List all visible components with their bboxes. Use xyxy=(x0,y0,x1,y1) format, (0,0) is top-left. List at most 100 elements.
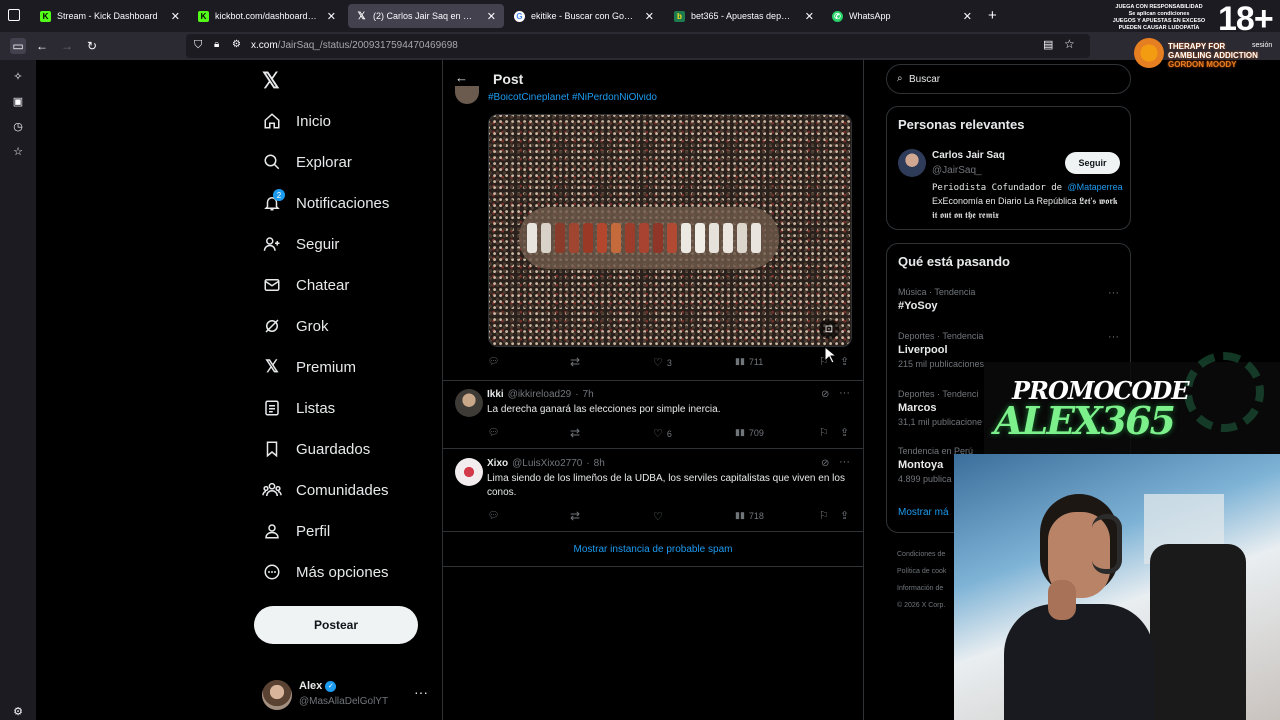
session-label: sesión xyxy=(1252,42,1273,49)
search-input[interactable]: ⌕ Buscar xyxy=(886,64,1131,94)
share-icon[interactable]: ⇪ xyxy=(840,509,849,522)
sidebar-item-listas[interactable]: Listas xyxy=(262,393,335,423)
back-icon[interactable]: ← xyxy=(34,38,50,54)
post-button[interactable]: Postear xyxy=(254,606,418,644)
footer-link[interactable]: Condiciones de xyxy=(897,546,946,563)
close-icon[interactable]: ✕ xyxy=(487,10,496,23)
trend-item[interactable]: Música · Tendencia #YoSoy ··· xyxy=(898,287,1123,321)
reply-icon[interactable]: 💬︎ xyxy=(488,356,499,367)
more-icon[interactable]: ··· xyxy=(414,684,428,700)
back-arrow-icon[interactable]: ← xyxy=(455,70,468,85)
reply-icon[interactable]: 💬︎ xyxy=(488,427,499,438)
tab-kickbot[interactable]: K kickbot.com/dashboard/tts/cor ✕ xyxy=(190,4,344,28)
show-more-link[interactable]: Mostrar má xyxy=(898,507,949,518)
more-icon[interactable]: ··· xyxy=(839,387,850,399)
x-logo-icon[interactable]: 𝕏 xyxy=(262,68,280,94)
sidebar-item-mas-opciones[interactable]: Más opciones xyxy=(262,557,389,587)
close-icon[interactable]: ✕ xyxy=(645,10,654,23)
synced-tabs-icon[interactable]: ▣ xyxy=(11,94,25,108)
avatar[interactable] xyxy=(455,389,483,417)
more-icon[interactable]: ··· xyxy=(839,456,850,468)
grok-icon[interactable]: ⊘ xyxy=(821,458,829,469)
reply-time: 8h xyxy=(593,458,605,469)
sidebar-toggle-icon[interactable]: ▭ xyxy=(10,38,26,54)
sidebar-item-seguir[interactable]: Seguir xyxy=(262,229,339,259)
more-icon[interactable]: ··· xyxy=(1108,331,1119,343)
like-button[interactable]: ♡ 3 xyxy=(653,356,672,369)
grok-icon[interactable]: ⊘ xyxy=(821,389,829,400)
person-name[interactable]: Carlos Jair Saq xyxy=(932,150,1005,161)
sidebar-item-explorar[interactable]: Explorar xyxy=(262,147,352,177)
tab-whatsapp[interactable]: ✆ WhatsApp ✕ xyxy=(824,4,980,28)
sidebar-item-comunidades[interactable]: Comunidades xyxy=(262,475,389,505)
ai-sparkle-icon[interactable]: ✧ xyxy=(11,69,25,83)
sidebar-item-guardados[interactable]: Guardados xyxy=(262,434,370,464)
footer-link[interactable]: Política de cook xyxy=(897,563,946,580)
lock-icon[interactable]: 🔒︎ xyxy=(214,39,219,50)
bio-mention-link[interactable]: @Mataperrea xyxy=(1067,182,1122,192)
hashtags[interactable]: #BoicotCineplanet #NiPerdonNiOlvido xyxy=(488,93,848,103)
follow-button[interactable]: Seguir xyxy=(1065,152,1120,174)
reply-author-handle[interactable]: @ikkireload29 xyxy=(508,389,572,400)
views-button[interactable]: ▮▮ 718 xyxy=(735,510,764,521)
close-icon[interactable]: ✕ xyxy=(171,10,180,23)
close-icon[interactable]: ✕ xyxy=(805,10,814,23)
sidebar-item-perfil[interactable]: Perfil xyxy=(262,516,330,546)
shield-icon[interactable]: ⛉ xyxy=(194,39,202,52)
relevant-people-panel: Personas relevantes Carlos Jair Saq @Jai… xyxy=(886,106,1131,230)
reply-icon[interactable]: 💬︎ xyxy=(488,510,499,521)
bookmark-icon[interactable]: ⚐ xyxy=(819,509,829,522)
settings-icon[interactable]: ⚙ xyxy=(11,704,25,718)
reply-author-name[interactable]: Ikki xyxy=(487,389,504,400)
views-button[interactable]: ▮▮ 711 xyxy=(735,356,763,367)
reply-item[interactable]: Ikki @ikkireload29 · 7h ⊘ ··· La derecha… xyxy=(443,381,863,449)
avatar[interactable] xyxy=(455,458,483,486)
webcam-overlay xyxy=(954,454,1280,720)
reload-icon[interactable]: ↻ xyxy=(84,38,100,54)
like-button[interactable]: ♡ xyxy=(653,510,663,523)
person-handle[interactable]: @JairSaq_ xyxy=(932,165,982,176)
share-icon[interactable]: ⇪ xyxy=(840,426,849,439)
star-icon[interactable]: ☆ xyxy=(1064,37,1075,51)
reply-text: La derecha ganará las elecciones por sim… xyxy=(487,404,721,415)
share-icon[interactable]: ⇪ xyxy=(840,355,849,368)
footer-link[interactable]: Información de xyxy=(897,580,946,597)
permissions-icon[interactable]: ⚙ xyxy=(232,39,241,50)
tab-google-search[interactable]: G ekitike - Buscar con Google ✕ xyxy=(506,4,662,28)
tab-bet365[interactable]: b bet365 - Apuestas deportivas e ✕ xyxy=(666,4,822,28)
promo-code-overlay: PROMOCODE ALEX365 xyxy=(984,352,1280,454)
post-image[interactable]: ⊡ xyxy=(488,114,852,347)
tab-list-icon[interactable] xyxy=(8,9,20,21)
sidebar-item-premium[interactable]: 𝕏 Premium xyxy=(262,352,356,382)
repost-icon[interactable]: ⇄ xyxy=(570,509,580,523)
sidebar-item-chatear[interactable]: Chatear xyxy=(262,270,349,300)
history-icon[interactable]: ◷ xyxy=(11,119,25,133)
show-spam-button[interactable]: Mostrar instancia de probable spam xyxy=(443,533,863,567)
reply-author-handle[interactable]: @LuisXixo2770 xyxy=(512,458,582,469)
close-icon[interactable]: ✕ xyxy=(963,10,972,23)
more-icon[interactable]: ··· xyxy=(1108,287,1119,299)
avatar[interactable] xyxy=(898,149,926,177)
image-edit-icon[interactable]: ⊡ xyxy=(819,319,839,339)
like-button[interactable]: ♡ 6 xyxy=(653,427,672,440)
bookmark-icon[interactable]: ⚐ xyxy=(819,426,829,439)
tab-x-post[interactable]: 𝕏 (2) Carlos Jair Saq en X: "limeño ✕ xyxy=(348,4,504,28)
account-switcher[interactable]: Alex ✓ @MasAllaDelGolYT ··· xyxy=(262,678,432,712)
forward-icon[interactable]: → xyxy=(59,38,75,54)
repost-icon[interactable]: ⇄ xyxy=(570,355,580,369)
reply-author-name[interactable]: Xixo xyxy=(487,458,508,469)
close-icon[interactable]: ✕ xyxy=(327,10,336,23)
search-icon xyxy=(262,152,282,172)
bookmarks-icon[interactable]: ☆ xyxy=(11,144,25,158)
new-tab-button[interactable]: + xyxy=(988,7,997,24)
sidebar-item-notificaciones[interactable]: 2 Notificaciones xyxy=(262,188,389,218)
person-bio: Periodista Cofundador de @Mataperrea ExE… xyxy=(932,181,1124,223)
repost-icon[interactable]: ⇄ xyxy=(570,426,580,440)
reader-view-icon[interactable]: ▤ xyxy=(1043,38,1053,51)
sidebar-item-grok[interactable]: Grok xyxy=(262,311,329,341)
tab-kick-dashboard[interactable]: K Stream - Kick Dashboard ✕ xyxy=(32,4,188,28)
sidebar-item-inicio[interactable]: Inicio xyxy=(262,106,331,136)
views-button[interactable]: ▮▮ 709 xyxy=(735,427,764,438)
url-bar[interactable]: ⛉ 🔒︎ ⚙ x.com/JairSaq_/status/20093175944… xyxy=(186,34,1090,58)
reply-item[interactable]: Xixo @LuisXixo2770 · 8h ⊘ ··· Lima siend… xyxy=(443,450,863,532)
